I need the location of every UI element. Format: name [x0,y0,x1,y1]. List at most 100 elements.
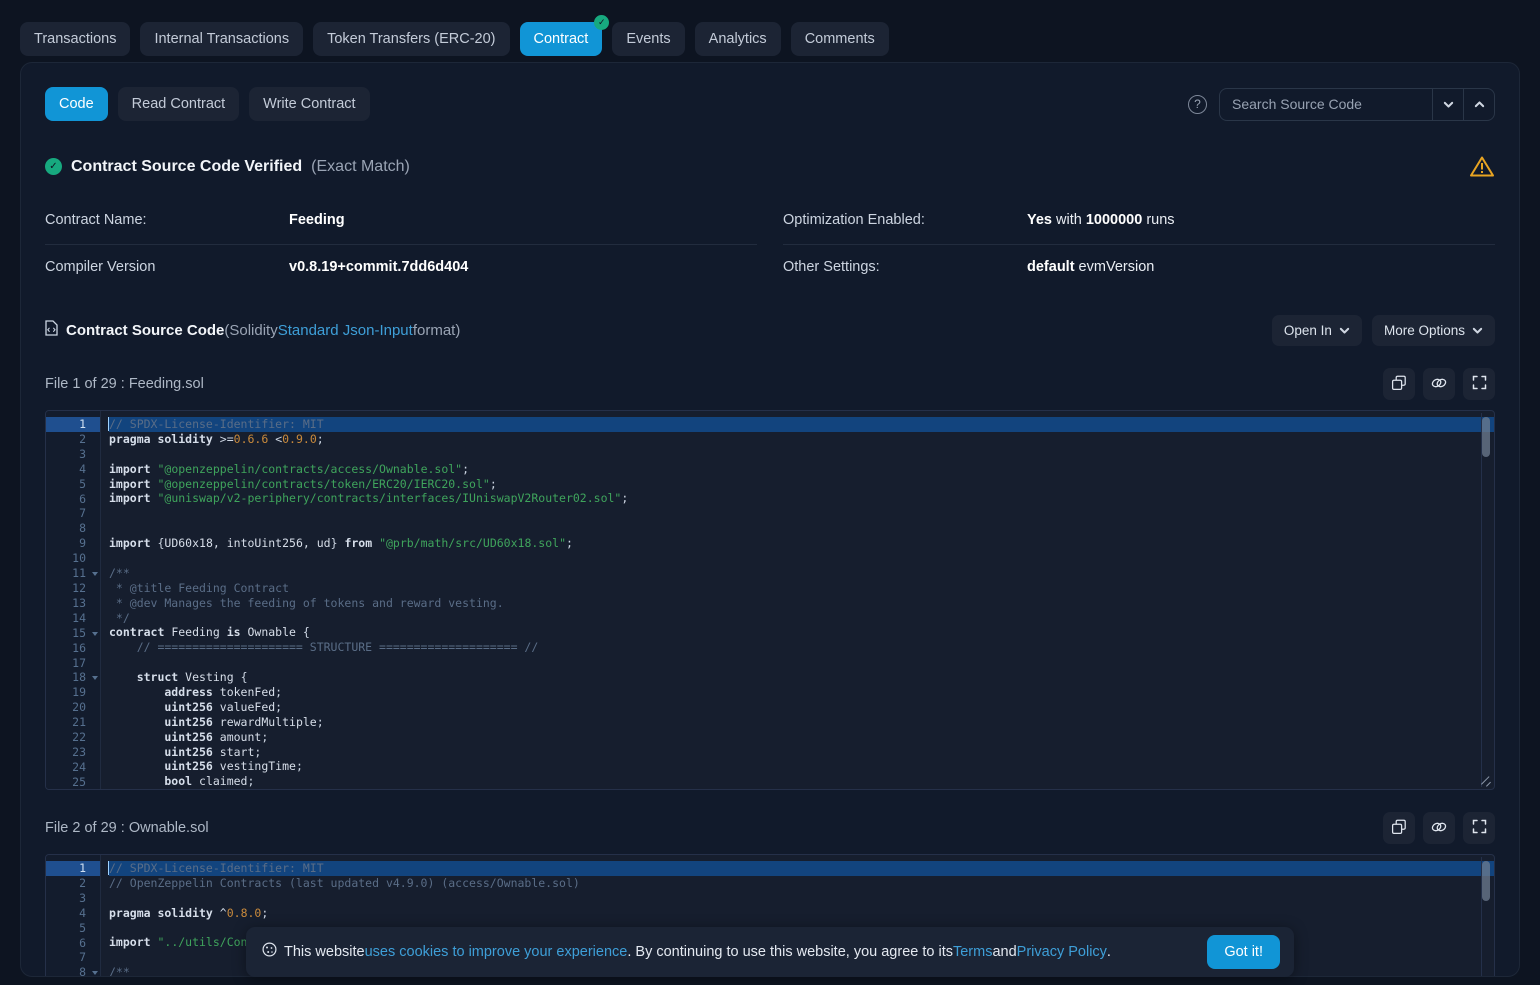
copy-button[interactable] [1383,812,1415,844]
vertical-scrollbar-thumb[interactable] [1482,417,1490,457]
line-number[interactable]: 15 [46,626,100,641]
cookie-terms-link[interactable]: Terms [953,944,992,960]
top-tab-transactions[interactable]: Transactions [20,22,130,56]
file-header-row: File 1 of 29 : Feeding.sol [45,368,1495,400]
code-token: ; [275,700,282,714]
line-number: 24 [46,760,100,775]
link-chain-icon [1430,819,1448,838]
cookie-consent-banner: This website uses cookies to improve you… [246,927,1294,977]
file-header-row: File 2 of 29 : Ownable.sol [45,812,1495,844]
top-tab-comments[interactable]: Comments [791,22,889,56]
code-token: import [109,462,157,476]
top-tab-label: Analytics [709,31,767,47]
code-token: Vesting [185,670,240,684]
code-line: uint256 amount; [109,730,1494,745]
code-token: 0.6.6 [234,432,269,446]
top-tab-label: Token Transfers (ERC-20) [327,31,495,47]
code-token: pragma solidity [109,432,220,446]
top-tab-analytics[interactable]: Analytics [695,22,781,56]
chevron-down-icon [1339,325,1350,336]
meta-label: Optimization Enabled: [783,212,1027,228]
question-circle-icon[interactable]: ? [1188,95,1207,114]
top-tab-contract[interactable]: Contract✓ [520,22,603,56]
top-tab-events[interactable]: Events [612,22,684,56]
cookie-privacy-policy-link[interactable]: Privacy Policy [1017,944,1107,960]
code-text-area[interactable]: // SPDX-License-Identifier: MITpragma so… [101,411,1494,789]
sub-tab-code[interactable]: Code [45,87,108,121]
expand-fullscreen-button[interactable] [1463,812,1495,844]
more-options-button[interactable]: More Options [1372,315,1495,346]
cookie-uses-cookies-link[interactable]: uses cookies to improve your experience [365,944,628,960]
sub-tab-write-contract[interactable]: Write Contract [249,87,369,121]
code-token: { [241,670,248,684]
code-token: UD60x18, intoUint256, ud [164,536,330,550]
line-number: 25 [46,775,100,790]
search-input[interactable] [1220,89,1432,120]
code-line [109,506,1494,521]
source-code-format-suffix: format) [413,322,461,339]
link-chain-icon [1430,375,1448,394]
meta-value-bold: v0.8.19+commit.7dd6d404 [289,259,468,275]
file-action-icons [1383,368,1495,400]
code-line [109,447,1494,462]
verified-subtitle: (Exact Match) [311,158,410,176]
line-number: 17 [46,656,100,671]
code-token: // ===================== STRUCTURE =====… [109,640,538,654]
scrollbar-track [1481,413,1491,787]
cookie-got-it-button[interactable]: Got it! [1207,935,1280,969]
line-number: 9 [46,536,100,551]
line-number: 12 [46,581,100,596]
line-number[interactable]: 8 [46,965,100,977]
line-number[interactable]: 18 [46,670,100,685]
code-token: */ [109,611,130,625]
chevron-up-icon [1474,99,1485,110]
code-token: import [109,935,157,949]
search-prev-button[interactable] [1463,89,1494,120]
expand-fullscreen-icon [1472,819,1487,837]
code-token: // OpenZeppelin Contracts (last updated … [109,876,580,890]
line-number: 6 [46,936,100,951]
link-chain-button[interactable] [1423,812,1455,844]
page-root: Transactions Internal Transactions Token T… [0,0,1540,985]
code-line: uint256 vestingTime; [109,759,1494,774]
line-number: 19 [46,685,100,700]
line-number: 21 [46,715,100,730]
meta-value: v0.8.19+commit.7dd6d404 [289,259,468,275]
source-code-header: Contract Source Code (Solidity Standard … [45,315,1495,346]
code-line: struct Vesting { [109,670,1494,685]
source-code-format-prefix: (Solidity [224,322,277,339]
expand-fullscreen-button[interactable] [1463,368,1495,400]
line-number: 5 [46,921,100,936]
top-tab-token-transfers-erc-20[interactable]: Token Transfers (ERC-20) [313,22,509,56]
meta-value-bold: Yes [1027,212,1052,228]
standard-json-input-link[interactable]: Standard Json-Input [278,322,413,339]
meta-value-rest-2: runs [1142,212,1174,228]
code-token: ; [566,536,573,550]
link-chain-button[interactable] [1423,368,1455,400]
search-next-button[interactable] [1432,89,1463,120]
code-line: * @title Feeding Contract [109,581,1494,596]
resize-handle[interactable] [1480,775,1492,787]
meta-value-bold: Feeding [289,212,345,228]
code-token: amount [220,730,262,744]
code-token: ; [275,685,282,699]
line-number: 6 [46,492,100,507]
line-number[interactable]: 11 [46,566,100,581]
meta-value-bold-2: 1000000 [1086,212,1142,228]
warning-triangle-icon[interactable] [1469,155,1495,178]
vertical-scrollbar-thumb[interactable] [1482,861,1490,901]
chevron-down-icon [1443,99,1454,110]
meta-label: Contract Name: [45,212,289,228]
code-line: * @dev Manages the feeding of tokens and… [109,596,1494,611]
code-line: // SPDX-License-Identifier: MIT [109,417,1494,432]
open-in-button[interactable]: Open In [1272,315,1362,346]
top-tab-internal-transactions[interactable]: Internal Transactions [140,22,303,56]
source-file-list: File 1 of 29 : Feeding.sol12345678910111… [45,368,1495,977]
sub-tab-read-contract[interactable]: Read Contract [118,87,240,121]
top-tab-label: Contract [534,31,589,47]
copy-button[interactable] [1383,368,1415,400]
line-number: 4 [46,462,100,477]
meta-value-bold: default [1027,259,1075,275]
meta-label: Compiler Version [45,259,289,275]
line-number: 10 [46,551,100,566]
